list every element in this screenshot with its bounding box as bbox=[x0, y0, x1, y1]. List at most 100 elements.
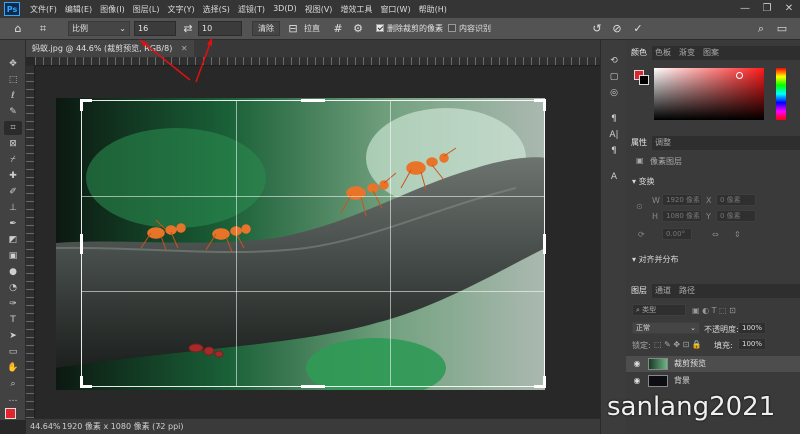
menu-file[interactable]: 文件(F) bbox=[26, 4, 61, 15]
x-field[interactable]: 0 像素 bbox=[716, 194, 756, 206]
crop-tool-icon[interactable]: ⌗ bbox=[34, 21, 52, 36]
crop-handle-bottom-right[interactable] bbox=[543, 376, 546, 388]
zoom-level[interactable]: 44.64% bbox=[30, 419, 61, 434]
restore-icon[interactable]: ❐ bbox=[760, 2, 774, 16]
tab-paths[interactable]: 路径 bbox=[674, 284, 700, 298]
document-tab[interactable]: 蚂蚁.jpg @ 44.6% (裁剪预览, RGB/8) ✕ bbox=[26, 40, 194, 57]
path-select-tool-icon[interactable]: ➤ bbox=[4, 329, 22, 343]
status-menu-icon[interactable]: › bbox=[158, 419, 161, 434]
layer-name[interactable]: 背景 bbox=[674, 373, 690, 389]
history-brush-tool-icon[interactable]: ✒ bbox=[4, 217, 22, 231]
vertical-ruler[interactable] bbox=[26, 66, 35, 418]
cancel-icon[interactable]: ⊘ bbox=[610, 21, 624, 36]
tab-swatches[interactable]: 色板 bbox=[650, 46, 676, 60]
history-icon[interactable]: ⟲ bbox=[607, 54, 621, 68]
crop-handle-right[interactable] bbox=[543, 233, 546, 254]
comments-icon[interactable]: ▢ bbox=[607, 70, 621, 84]
crop-box[interactable] bbox=[80, 99, 546, 388]
straighten-icon[interactable]: ⊟ bbox=[286, 21, 300, 36]
transform-section[interactable]: ▾ 变换 bbox=[632, 176, 655, 187]
tab-color[interactable]: 颜色 bbox=[626, 46, 652, 60]
foreground-color-swatch[interactable] bbox=[5, 408, 16, 419]
crop-handle-left[interactable] bbox=[80, 233, 83, 254]
height-ratio-input[interactable]: 10 bbox=[198, 21, 242, 36]
marquee-tool-icon[interactable]: ⬚ bbox=[4, 73, 22, 87]
minimize-icon[interactable]: — bbox=[738, 2, 752, 16]
layer-filter-select[interactable]: ⌕ 类型 bbox=[632, 304, 686, 316]
opacity-field[interactable]: 100% bbox=[738, 322, 766, 334]
search-icon[interactable]: ⌕ bbox=[754, 21, 768, 36]
delete-cropped-checkbox[interactable] bbox=[376, 24, 384, 32]
menu-3d[interactable]: 3D(D) bbox=[269, 4, 301, 15]
learn-icon[interactable]: ◎ bbox=[607, 86, 621, 100]
move-tool-icon[interactable]: ✥ bbox=[4, 57, 22, 71]
align-section[interactable]: ▾ 对齐并分布 bbox=[632, 254, 679, 265]
tab-patterns[interactable]: 图案 bbox=[698, 46, 724, 60]
paragraph-icon[interactable]: ¶ bbox=[607, 112, 621, 126]
gear-icon[interactable]: ⚙ bbox=[351, 21, 365, 36]
hand-tool-icon[interactable]: ✋ bbox=[4, 361, 22, 375]
link-icon[interactable]: ⊙ bbox=[636, 202, 643, 211]
swap-icon[interactable]: ⇄ bbox=[181, 21, 195, 36]
horizontal-ruler[interactable] bbox=[35, 57, 600, 66]
character-icon[interactable]: A| bbox=[607, 128, 621, 142]
paragraph-styles-icon[interactable]: ¶ bbox=[607, 144, 621, 158]
eye-icon[interactable]: ◉ bbox=[632, 359, 642, 369]
lock-icons[interactable]: ⬚ ✎ ✥ ⊡ 🔒 bbox=[654, 340, 702, 349]
tab-close-icon[interactable]: ✕ bbox=[181, 44, 188, 53]
crop-handle-bottom-left[interactable] bbox=[80, 376, 83, 388]
color-field[interactable] bbox=[654, 68, 764, 120]
crop-handle-top-right[interactable] bbox=[543, 99, 546, 111]
layer-filter-icons[interactable]: ▣ ◐ T ⬚ ⊡ bbox=[692, 306, 736, 315]
lasso-tool-icon[interactable]: ℓ bbox=[4, 89, 22, 103]
width-ratio-input[interactable]: 16 bbox=[134, 21, 176, 36]
pen-tool-icon[interactable]: ✑ bbox=[4, 297, 22, 311]
close-icon[interactable]: ✕ bbox=[782, 2, 796, 16]
menu-layer[interactable]: 图层(L) bbox=[129, 4, 164, 15]
quick-select-tool-icon[interactable]: ✎ bbox=[4, 105, 22, 119]
crop-tool-icon[interactable]: ⌗ bbox=[4, 121, 22, 135]
more-tools-icon[interactable]: … bbox=[4, 392, 22, 406]
home-icon[interactable]: ⌂ bbox=[10, 21, 26, 36]
workspace-icon[interactable]: ▭ bbox=[775, 21, 789, 36]
menu-select[interactable]: 选择(S) bbox=[199, 4, 234, 15]
commit-check-icon[interactable]: ✓ bbox=[631, 21, 645, 36]
layer-row-background[interactable]: ◉ 背景 bbox=[626, 373, 800, 389]
rectangle-tool-icon[interactable]: ▭ bbox=[4, 345, 22, 359]
menu-help[interactable]: 帮助(H) bbox=[415, 4, 451, 15]
menu-filter[interactable]: 滤镜(T) bbox=[234, 4, 269, 15]
dodge-tool-icon[interactable]: ◔ bbox=[4, 281, 22, 295]
canvas-area[interactable] bbox=[35, 66, 600, 418]
blur-tool-icon[interactable]: ● bbox=[4, 265, 22, 279]
fill-field[interactable]: 100% bbox=[738, 338, 766, 350]
menu-type[interactable]: 文字(Y) bbox=[163, 4, 198, 15]
menu-edit[interactable]: 编辑(E) bbox=[61, 4, 96, 15]
tab-properties[interactable]: 属性 bbox=[626, 136, 652, 150]
frame-tool-icon[interactable]: ⊠ bbox=[4, 137, 22, 151]
glyphs-icon[interactable]: A bbox=[607, 170, 621, 184]
healing-brush-tool-icon[interactable]: ✚ bbox=[4, 169, 22, 183]
clear-button[interactable]: 清除 bbox=[252, 21, 280, 36]
zoom-tool-icon[interactable]: ⌕ bbox=[4, 377, 22, 391]
tab-adjustments[interactable]: 调整 bbox=[650, 136, 676, 150]
eyedropper-tool-icon[interactable]: ⌿ bbox=[4, 153, 22, 167]
tab-gradients[interactable]: 渐变 bbox=[674, 46, 700, 60]
y-field[interactable]: 0 像素 bbox=[716, 210, 756, 222]
crop-handle-top-left[interactable] bbox=[80, 99, 83, 111]
menu-image[interactable]: 图像(I) bbox=[96, 4, 129, 15]
blend-mode-select[interactable]: 正常 ⌄ bbox=[632, 322, 700, 334]
straighten-label[interactable]: 拉直 bbox=[304, 21, 320, 36]
tab-channels[interactable]: 通道 bbox=[650, 284, 676, 298]
grid-overlay-icon[interactable]: # bbox=[330, 21, 346, 36]
document-info[interactable]: 1920 像素 x 1080 像素 (72 ppi) bbox=[62, 419, 184, 434]
menu-plugins[interactable]: 增效工具 bbox=[336, 4, 376, 15]
layer-row-crop-preview[interactable]: ◉ 裁剪预览 bbox=[626, 356, 800, 372]
brush-tool-icon[interactable]: ✐ bbox=[4, 185, 22, 199]
eye-icon[interactable]: ◉ bbox=[632, 376, 642, 386]
reset-icon[interactable]: ↺ bbox=[590, 21, 604, 36]
flip-horizontal-icon[interactable]: ⇔ bbox=[712, 230, 719, 239]
flip-vertical-icon[interactable]: ⇕ bbox=[734, 230, 741, 239]
layer-name[interactable]: 裁剪预览 bbox=[674, 356, 706, 372]
gradient-tool-icon[interactable]: ▣ bbox=[4, 249, 22, 263]
type-tool-icon[interactable]: T bbox=[4, 313, 22, 327]
